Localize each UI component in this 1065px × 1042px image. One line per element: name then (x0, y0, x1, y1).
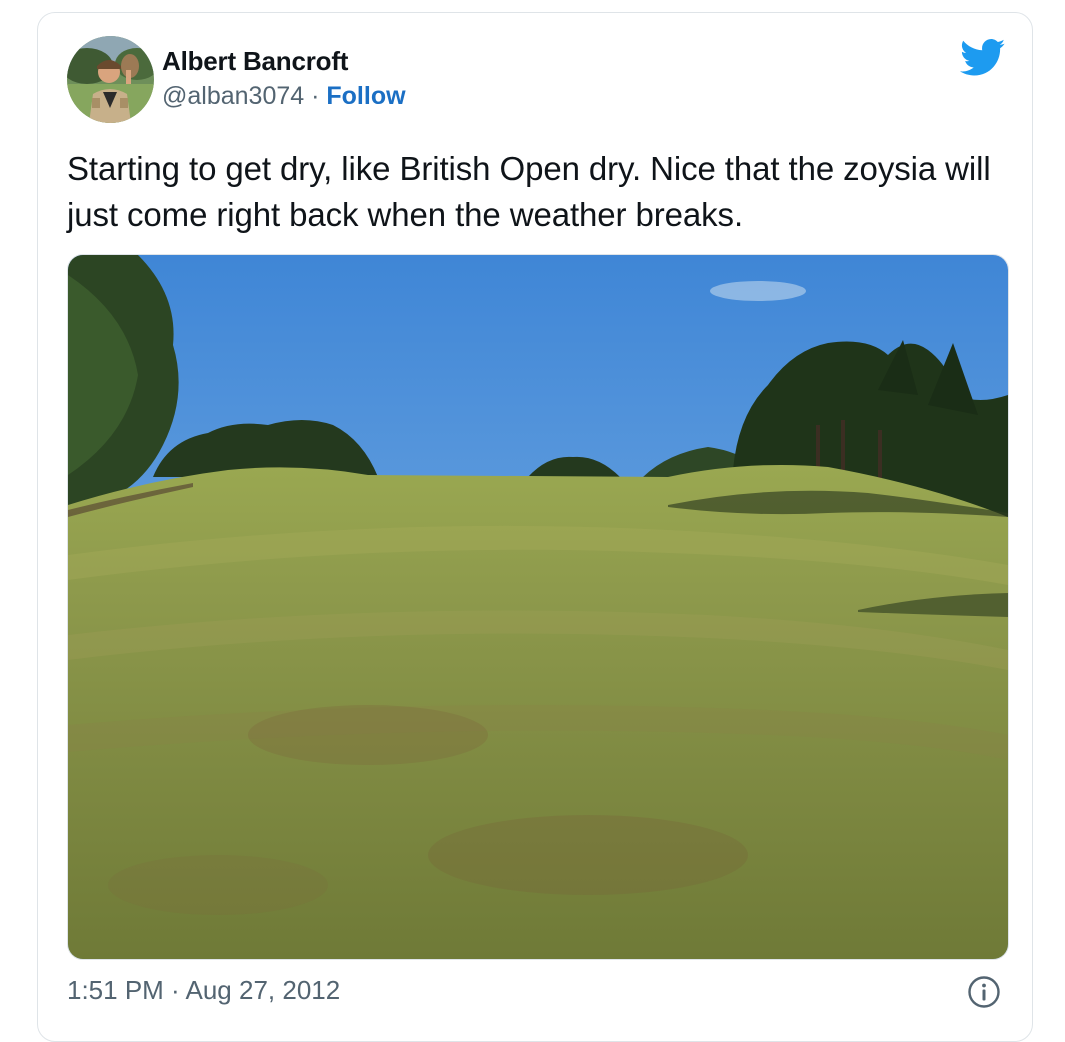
author-handle[interactable]: @alban3074 (162, 82, 304, 110)
avatar-photo-icon (67, 36, 154, 123)
follow-link[interactable]: Follow (326, 82, 405, 110)
twitter-bird-glyph (960, 39, 1006, 76)
handle-separator: · (304, 82, 327, 110)
tweet-timestamp[interactable]: 1:51 PM · Aug 27, 2012 (67, 975, 340, 1006)
timestamp-separator: · (163, 975, 186, 1005)
tweet-time: 1:51 PM (67, 975, 164, 1005)
info-icon[interactable] (967, 975, 1001, 1009)
tweet-photo[interactable] (67, 254, 1009, 960)
info-circle-glyph (968, 976, 1000, 1008)
tweet-card: Albert Bancroft @alban3074 · Follow Star… (37, 12, 1033, 1042)
twitter-bird-icon[interactable] (960, 39, 1006, 77)
golf-fairway-photo (68, 255, 1008, 959)
author-handle-line: @alban3074 · Follow (162, 82, 406, 111)
tweet-text: Starting to get dry, like British Open d… (67, 150, 991, 233)
author-avatar[interactable] (67, 36, 154, 123)
author-display-name[interactable]: Albert Bancroft (162, 46, 348, 77)
tweet-date: Aug 27, 2012 (185, 975, 341, 1005)
